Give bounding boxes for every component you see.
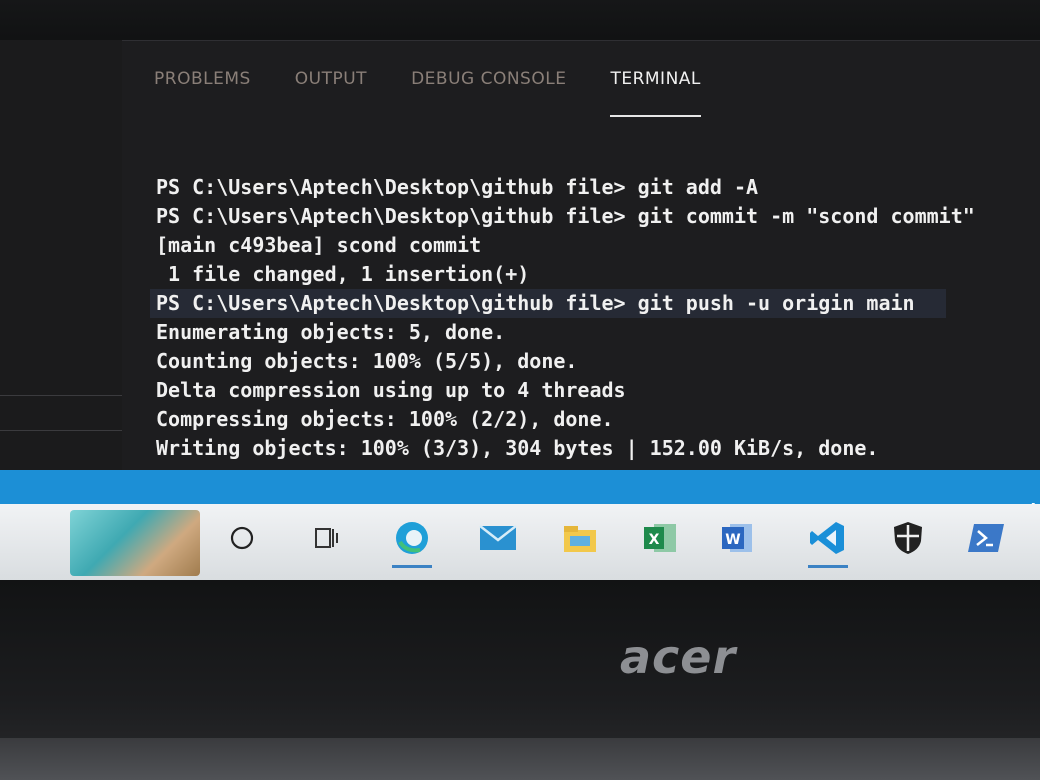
tab-terminal[interactable]: TERMINAL [610,69,701,117]
terminal-line: Delta compression using up to 4 threads [156,378,626,402]
powershell-icon[interactable] [964,516,1008,560]
tab-problems[interactable]: PROBLEMS [154,69,251,117]
monitor-brand-logo: acer [620,630,737,684]
excel-icon[interactable]: X [638,516,682,560]
terminal-line: Compressing objects: 100% (2/2), done. [156,407,614,431]
active-indicator [808,565,848,568]
word-icon[interactable]: W [716,516,760,560]
editor-left-strip [0,40,122,470]
desk-surface [0,738,1040,780]
active-indicator [392,565,432,568]
terminal-line: 1 file changed, 1 insertion(+) [156,262,530,286]
svg-text:W: W [725,532,740,548]
vscode-icon[interactable] [806,516,850,568]
vscode-status-bar: L [0,470,1040,518]
divider [0,430,122,431]
file-explorer-icon[interactable] [558,516,602,560]
panel-tabs: PROBLEMS OUTPUT DEBUG CONSOLE TERMINAL [154,69,745,117]
svg-text:X: X [649,532,660,548]
terminal-output[interactable]: PS C:\Users\Aptech\Desktop\github file> … [150,173,1016,463]
terminal-line: Writing objects: 100% (3/3), 304 bytes |… [156,436,879,460]
tab-output[interactable]: OUTPUT [295,69,367,117]
security-shield-icon[interactable] [886,516,930,560]
edge-icon[interactable] [390,516,434,568]
terminal-line: PS C:\Users\Aptech\Desktop\github file> … [156,204,975,228]
start-thumbnail[interactable] [70,510,200,576]
windows-taskbar: X W [0,504,1040,580]
search-circle-icon[interactable] [220,516,264,560]
terminal-panel: PROBLEMS OUTPUT DEBUG CONSOLE TERMINAL P… [122,40,1040,471]
terminal-line: [main c493bea] scond commit [156,233,482,257]
terminal-line: PS C:\Users\Aptech\Desktop\github file> … [156,175,759,199]
mail-icon[interactable] [476,516,520,560]
terminal-line: Counting objects: 100% (5/5), done. [156,349,578,373]
terminal-line-current: PS C:\Users\Aptech\Desktop\github file> … [150,289,946,318]
tab-debug-console[interactable]: DEBUG CONSOLE [411,69,566,117]
terminal-line: Enumerating objects: 5, done. [156,320,506,344]
divider [0,395,122,396]
task-view-icon[interactable] [304,516,348,560]
monitor-screen: PROBLEMS OUTPUT DEBUG CONSOLE TERMINAL P… [0,40,1040,580]
